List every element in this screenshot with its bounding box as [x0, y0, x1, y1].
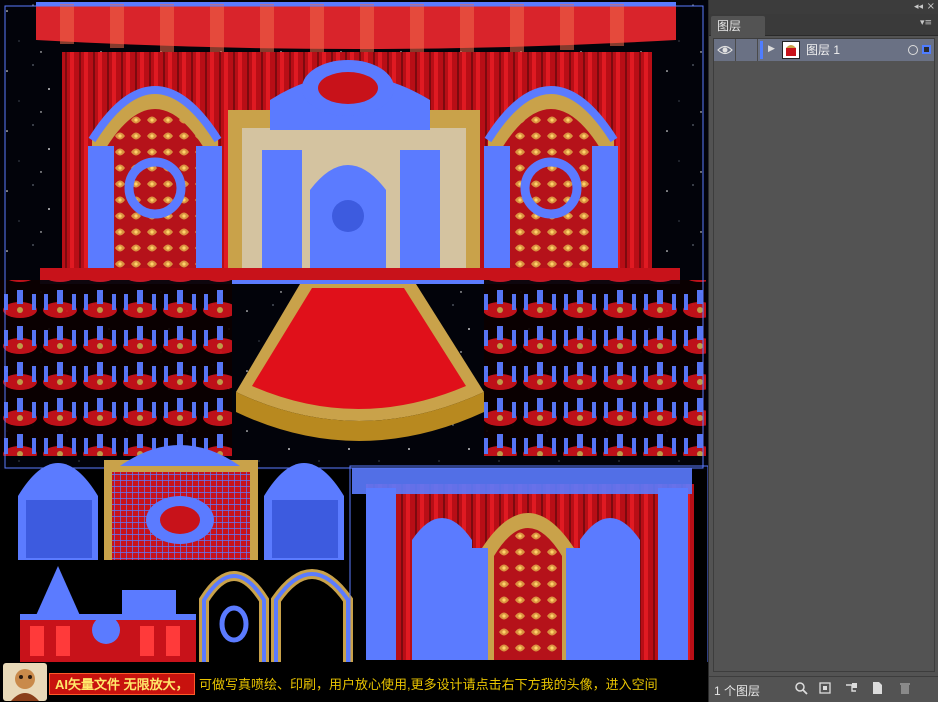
layer-list: ▶ 图层 1 — [713, 38, 935, 672]
new-layer-icon[interactable] — [869, 681, 885, 697]
lock-toggle[interactable] — [736, 39, 758, 61]
double-chevron-left-icon[interactable]: ◂◂ — [914, 1, 923, 13]
eye-icon — [717, 45, 733, 55]
right-arch — [484, 86, 618, 272]
panel-footer: 1 个图层 — [709, 676, 938, 702]
canopy-drape — [36, 4, 676, 49]
panel-menu-icon[interactable]: ▾≡ — [920, 18, 932, 28]
layer-color-bar — [760, 41, 763, 59]
create-sublayer-icon[interactable] — [843, 681, 859, 697]
panel-tab-bar: 图层 — [709, 14, 938, 36]
panel-title-bar: ◂◂ × — [709, 0, 938, 14]
artboard-canvas[interactable] — [0, 0, 708, 702]
make-clipping-mask-icon[interactable] — [817, 681, 833, 697]
locate-object-icon[interactable] — [793, 681, 809, 697]
layer-name[interactable]: 图层 1 — [806, 42, 840, 58]
author-avatar[interactable] — [3, 663, 47, 701]
tab-layers[interactable]: 图层 — [711, 16, 765, 36]
layers-panel: ◂◂ × 图层 ▾≡ ▶ 图层 1 1 个图层 — [708, 0, 938, 702]
layer-row[interactable]: ▶ 图层 1 — [714, 39, 934, 61]
dessert-table — [20, 566, 196, 662]
visibility-toggle[interactable] — [714, 39, 736, 61]
mini-backdrop — [104, 445, 258, 560]
selection-square-icon[interactable] — [922, 45, 931, 54]
delete-layer-icon[interactable] — [897, 681, 913, 697]
caption-text: 可做写真喷绘、印刷，用户放心使用,更多设计请点击右下方我的头像，进入空间 — [199, 677, 658, 692]
target-circle-icon[interactable] — [908, 45, 918, 55]
close-icon[interactable]: × — [927, 1, 935, 13]
layer-count: 1 个图层 — [714, 684, 761, 698]
stage-artwork[interactable] — [0, 0, 708, 702]
stage-preview — [349, 465, 708, 667]
expand-triangle-icon[interactable]: ▶ — [768, 44, 775, 54]
left-arch — [88, 86, 222, 272]
layer-thumbnail — [782, 41, 800, 59]
gold-arches — [199, 569, 353, 668]
caption-badge: AI矢量文件 无限放大， — [49, 673, 195, 695]
